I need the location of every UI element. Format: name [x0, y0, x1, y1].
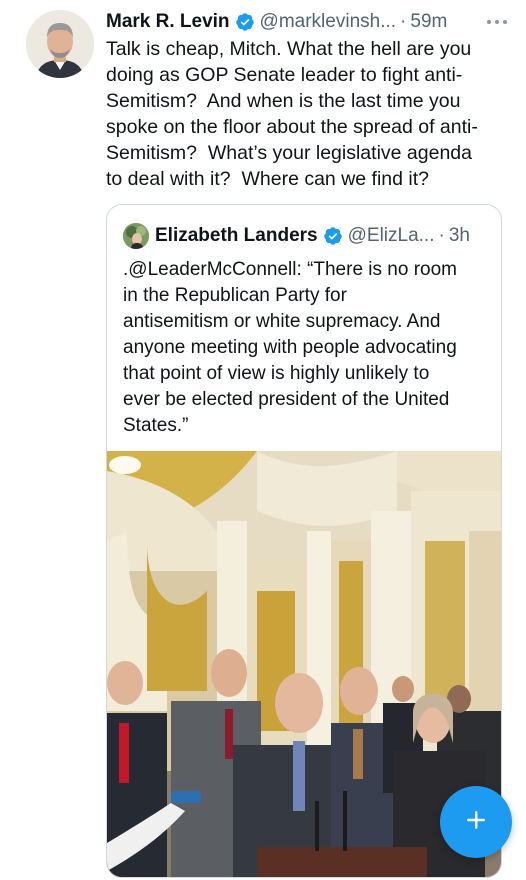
tweet-header: Mark R. Levin @marklevinsh... · 59m: [106, 8, 508, 36]
quoted-author-name: Elizabeth Landers: [155, 225, 318, 246]
quoted-tweet-timestamp: 3h: [448, 225, 470, 246]
plus-icon: [464, 808, 488, 837]
tweet: Mark R. Levin @marklevinsh... · 59m Talk…: [0, 0, 526, 880]
ellipsis-icon[interactable]: [486, 10, 508, 31]
quoted-author-handle: @ElizLa...: [347, 225, 435, 246]
quoted-author-avatar: [123, 223, 149, 249]
separator-dot: ·: [438, 225, 445, 246]
author-handle[interactable]: @marklevinsh...: [260, 11, 397, 33]
verified-badge-icon: [235, 12, 255, 32]
quoted-tweet[interactable]: Elizabeth Landers @ElizLa... · 3h .@Lead…: [106, 204, 502, 878]
compose-tweet-button[interactable]: [440, 786, 512, 858]
author-name[interactable]: Mark R. Levin: [106, 11, 230, 33]
quoted-tweet-text: .@LeaderMcConnell: “There is no room in …: [123, 259, 457, 436]
tweet-text: Talk is cheap, Mitch. What the hell are …: [106, 38, 478, 190]
tweet-timestamp[interactable]: 59m: [410, 11, 447, 33]
quoted-tweet-header: Elizabeth Landers @ElizLa... · 3h: [123, 223, 489, 249]
separator-dot: ·: [400, 11, 407, 32]
author-avatar[interactable]: [26, 10, 94, 78]
verified-badge-icon: [323, 226, 343, 246]
